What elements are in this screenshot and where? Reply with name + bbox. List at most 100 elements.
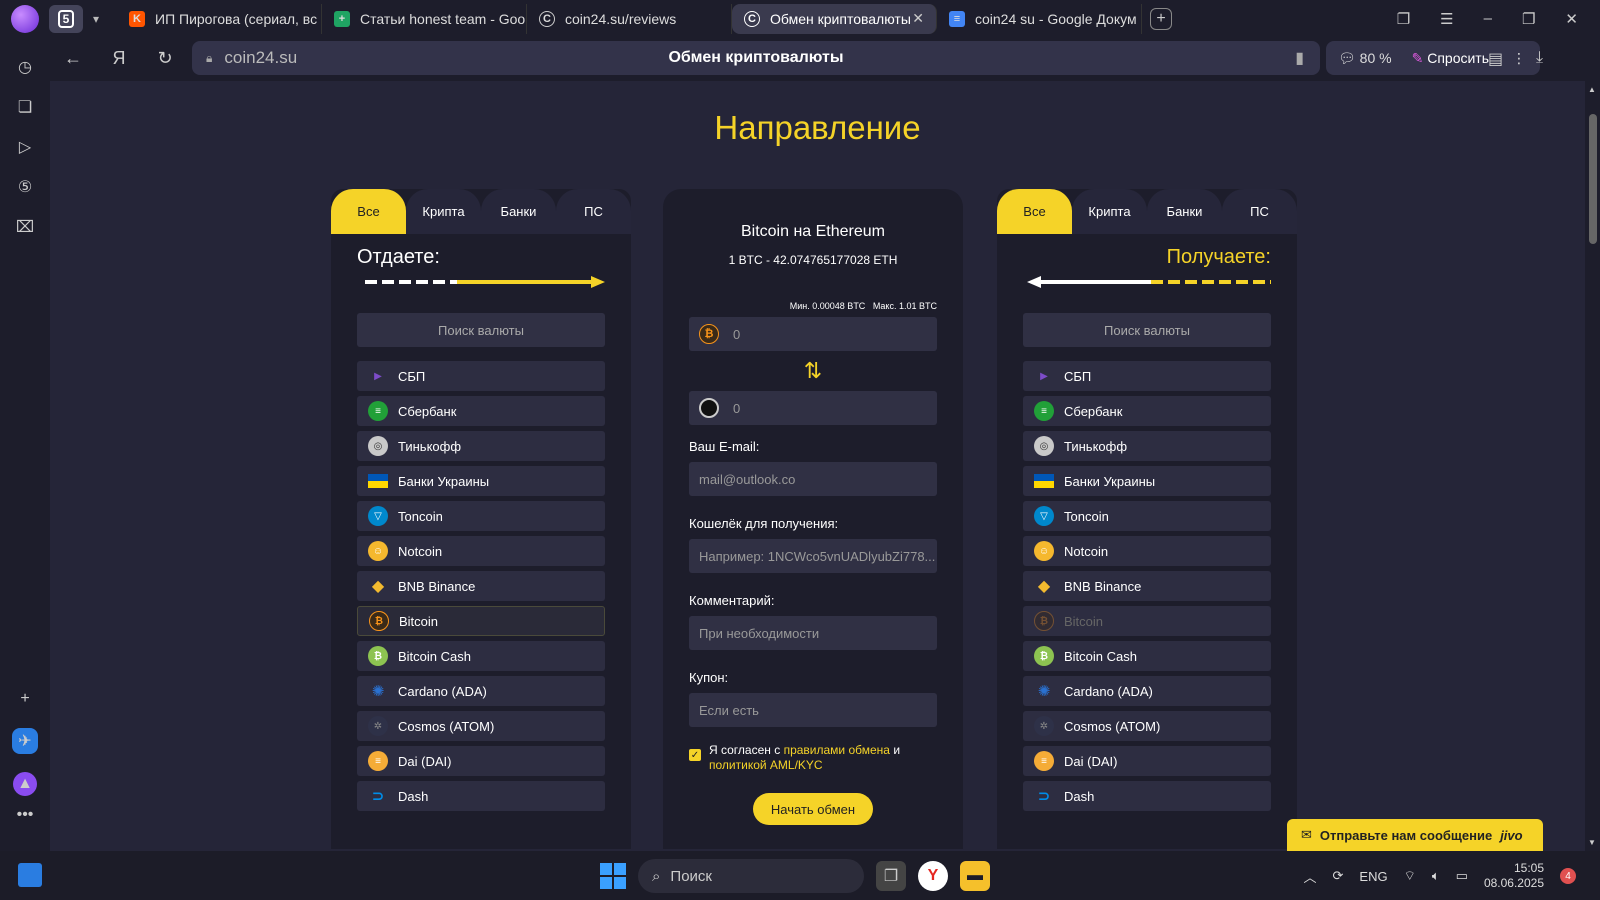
collections-icon[interactable]: ❏ bbox=[14, 96, 36, 118]
give-tab-banks[interactable]: Банки bbox=[481, 189, 556, 234]
receive-search-input[interactable]: Поиск валюты bbox=[1023, 313, 1271, 347]
sync-icon[interactable]: ⟳ bbox=[1333, 868, 1344, 884]
scrollbar-thumb[interactable] bbox=[1589, 114, 1597, 244]
ukraine-flag-icon bbox=[1034, 474, 1054, 488]
file-explorer-icon[interactable]: ▬ bbox=[960, 861, 990, 891]
list-item[interactable]: ≡ Dai (DAI) bbox=[357, 746, 605, 776]
scroll-down-icon[interactable]: ▼ bbox=[1588, 838, 1596, 847]
tab-count-button[interactable]: 5 bbox=[49, 4, 83, 33]
email-field[interactable]: mail@outlook.co bbox=[689, 462, 937, 496]
notification-badge[interactable]: 4 bbox=[1560, 868, 1576, 884]
list-item[interactable]: ◆ BNB Binance bbox=[1023, 571, 1271, 601]
receive-tab-ps[interactable]: ПС bbox=[1222, 189, 1297, 234]
list-item[interactable]: ▶ СБП bbox=[357, 361, 605, 391]
ask-button[interactable]: ✎ Спросить bbox=[1412, 50, 1489, 67]
chat-widget-button[interactable]: ✉ Отправьте нам сообщение jivo bbox=[1287, 819, 1543, 851]
list-item[interactable]: ▽ Toncoin bbox=[1023, 501, 1271, 531]
list-item[interactable]: ◆ BNB Binance bbox=[357, 571, 605, 601]
scroll-up-icon[interactable]: ▲ bbox=[1588, 85, 1596, 94]
scrollbar[interactable]: ▲ ▼ bbox=[1585, 81, 1600, 851]
agree-checkbox[interactable]: ✓ bbox=[689, 749, 701, 761]
receive-tab-all[interactable]: Все bbox=[997, 189, 1072, 234]
list-item[interactable]: ◎ Тинькофф bbox=[1023, 431, 1271, 461]
receive-amount-input[interactable]: 0 bbox=[689, 391, 937, 425]
browser-tab[interactable]: Ccoin24.su/reviews bbox=[527, 3, 732, 34]
battery-icon[interactable]: ▭ bbox=[1456, 868, 1468, 884]
yandex-icon[interactable]: Я bbox=[96, 48, 142, 69]
give-amount-input[interactable]: ₿ 0 bbox=[689, 317, 937, 351]
minimize-icon[interactable]: – bbox=[1484, 10, 1492, 28]
screenshot-icon[interactable]: ⌧ bbox=[14, 216, 36, 238]
task-view-icon[interactable]: ❐ bbox=[876, 861, 906, 891]
yandex-browser-icon[interactable]: Y bbox=[918, 861, 948, 891]
list-item[interactable]: ✺ Cardano (ADA) bbox=[357, 676, 605, 706]
comment-field[interactable]: При необходимости bbox=[689, 616, 937, 650]
language-indicator[interactable]: ENG bbox=[1359, 869, 1387, 884]
restore-icon[interactable]: ❐ bbox=[1522, 10, 1535, 28]
list-item[interactable]: ▶ СБП bbox=[1023, 361, 1271, 391]
taskbar-search[interactable]: ⌕ Поиск bbox=[638, 859, 864, 893]
list-item[interactable]: ⊃ Dash bbox=[1023, 781, 1271, 811]
zoom-indicator[interactable]: 💬︎ 80 % bbox=[1338, 50, 1392, 67]
wifi-icon[interactable]: ⌔ bbox=[1404, 868, 1416, 884]
reader-icon[interactable]: ▤ bbox=[1488, 49, 1503, 69]
back-icon[interactable]: ← bbox=[50, 48, 96, 69]
give-tab-all[interactable]: Все bbox=[331, 189, 406, 234]
list-item[interactable]: ≡ Сбербанк bbox=[1023, 396, 1271, 426]
swap-icon[interactable]: ⇅ bbox=[663, 351, 963, 391]
clock[interactable]: 15:05 08.06.2025 bbox=[1484, 861, 1544, 891]
volume-icon[interactable]: 🔈︎ bbox=[1432, 868, 1440, 884]
list-item[interactable]: ✺ Cardano (ADA) bbox=[1023, 676, 1271, 706]
tabs-icon[interactable]: ⑤ bbox=[14, 176, 36, 198]
more-icon[interactable]: ••• bbox=[14, 804, 36, 826]
video-icon[interactable]: ▷ bbox=[14, 136, 36, 158]
url-field[interactable]: 🔒︎ coin24.su Обмен криптовалюты ▮ bbox=[192, 41, 1320, 75]
give-search-input[interactable]: Поиск валюты bbox=[357, 313, 605, 347]
windows-start-icon[interactable] bbox=[600, 863, 626, 889]
coupon-field[interactable]: Если есть bbox=[689, 693, 937, 727]
browser-tab-active[interactable]: C Обмен криптовалюты ✕ bbox=[732, 3, 937, 34]
list-item[interactable]: ≡ Сбербанк bbox=[357, 396, 605, 426]
list-item[interactable]: ⊃ Dash bbox=[357, 781, 605, 811]
wallet-field[interactable]: Например: 1NCWco5vnUADlyubZi778... bbox=[689, 539, 937, 573]
aml-link[interactable]: политикой AML/KYC bbox=[709, 758, 823, 772]
list-item[interactable]: ₿ Bitcoin Cash bbox=[357, 641, 605, 671]
list-item[interactable]: Банки Украины bbox=[357, 466, 605, 496]
collections-icon[interactable]: ❐ bbox=[1397, 10, 1410, 28]
list-item[interactable]: ≡ Dai (DAI) bbox=[1023, 746, 1271, 776]
give-tab-crypto[interactable]: Крипта bbox=[406, 189, 481, 234]
widgets-icon[interactable] bbox=[18, 863, 42, 887]
list-item[interactable]: ☺ Notcoin bbox=[1023, 536, 1271, 566]
alice-icon[interactable]: ▲ bbox=[13, 772, 37, 796]
menu-icon[interactable]: ☰ bbox=[1440, 10, 1453, 28]
list-item[interactable]: Банки Украины bbox=[1023, 466, 1271, 496]
list-item[interactable]: ◎ Тинькофф bbox=[357, 431, 605, 461]
browser-tab[interactable]: + Статьи honest team - Goo bbox=[322, 3, 527, 34]
history-icon[interactable]: ◷ bbox=[14, 56, 36, 78]
list-item[interactable]: ✲ Cosmos (ATOM) bbox=[1023, 711, 1271, 741]
chevron-up-icon[interactable]: ︿ bbox=[1304, 867, 1317, 886]
download-icon[interactable]: ⤓ bbox=[1536, 49, 1543, 67]
browser-tab[interactable]: ≡ coin24 su - Google Докум bbox=[937, 3, 1142, 34]
add-icon[interactable]: + bbox=[14, 688, 36, 710]
alice-icon[interactable] bbox=[11, 4, 39, 33]
give-tab-ps[interactable]: ПС bbox=[556, 189, 631, 234]
new-tab-button[interactable]: + bbox=[1150, 7, 1172, 30]
list-item[interactable]: ✲ Cosmos (ATOM) bbox=[357, 711, 605, 741]
more-icon[interactable]: ⋮ bbox=[1512, 50, 1526, 67]
messenger-icon[interactable]: ✈ bbox=[12, 728, 38, 754]
list-item[interactable]: ☺ Notcoin bbox=[357, 536, 605, 566]
list-item-selected[interactable]: ₿ Bitcoin bbox=[357, 606, 605, 636]
receive-tab-crypto[interactable]: Крипта bbox=[1072, 189, 1147, 234]
bookmark-icon[interactable]: ▮ bbox=[1295, 48, 1304, 68]
close-window-icon[interactable]: ✕ bbox=[1565, 10, 1578, 28]
start-exchange-button[interactable]: Начать обмен bbox=[753, 793, 873, 825]
close-tab-icon[interactable]: ✕ bbox=[912, 10, 924, 27]
receive-tab-banks[interactable]: Банки bbox=[1147, 189, 1222, 234]
list-item[interactable]: ₿ Bitcoin Cash bbox=[1023, 641, 1271, 671]
rules-link[interactable]: правилами обмена bbox=[784, 743, 890, 757]
chevron-down-icon[interactable]: ▾ bbox=[83, 5, 109, 33]
reload-icon[interactable]: ↻ bbox=[142, 48, 188, 69]
browser-tab[interactable]: K ИП Пирогова (сериал, вс bbox=[117, 3, 322, 34]
list-item[interactable]: ▽ Toncoin bbox=[357, 501, 605, 531]
